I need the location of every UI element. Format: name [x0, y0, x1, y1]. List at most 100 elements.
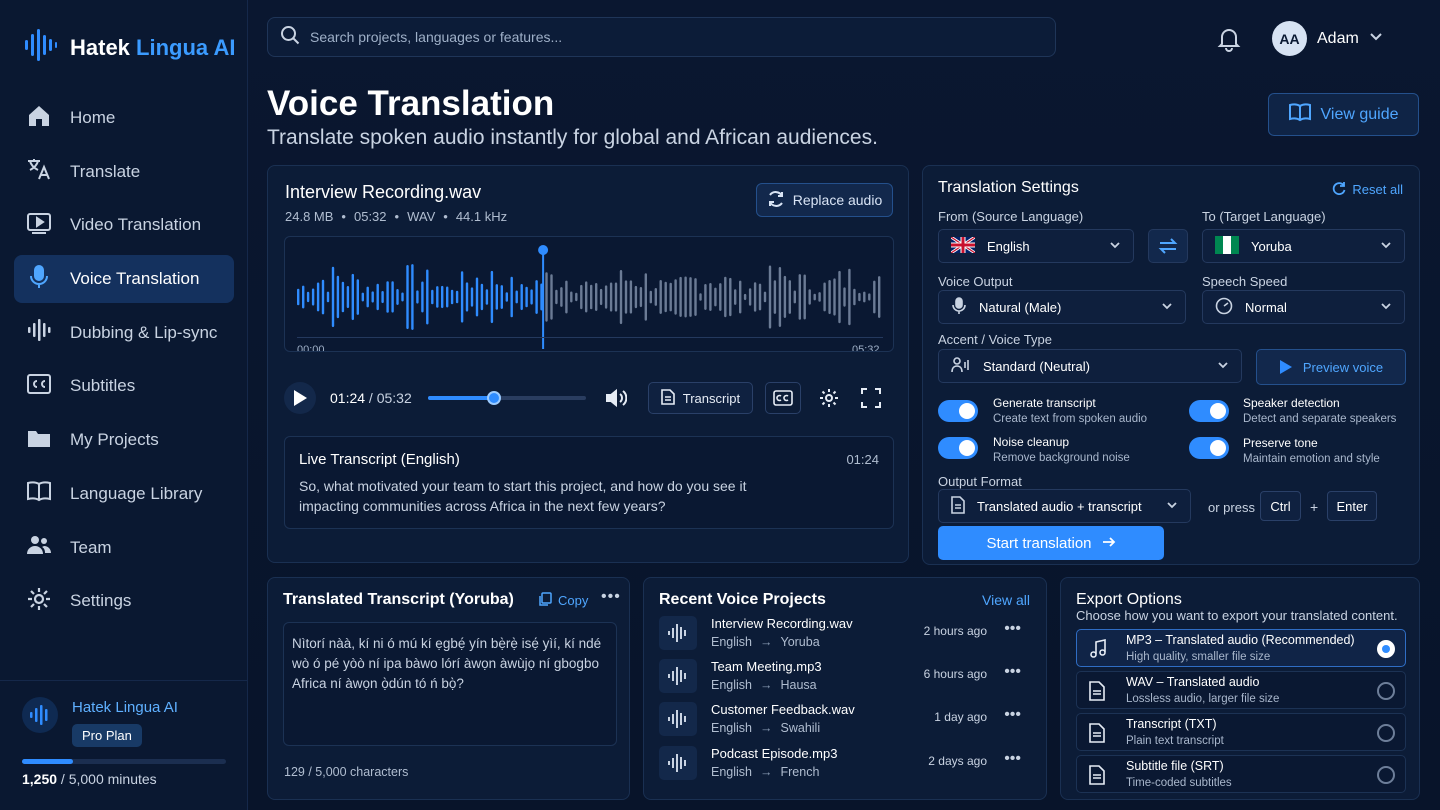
waveform-bar [748, 288, 752, 306]
generate-transcript-toggle[interactable] [938, 400, 978, 422]
seek-slider[interactable] [427, 391, 586, 405]
view-all-link[interactable]: View all [982, 592, 1030, 608]
waveform-bar [341, 281, 345, 313]
export-option-txt[interactable]: Transcript (TXT) Plain text transcript [1076, 713, 1406, 751]
export-radio-selected[interactable] [1377, 640, 1395, 658]
sidebar-item-my-projects[interactable]: My Projects [14, 416, 234, 464]
music-note-icon [1089, 639, 1107, 664]
waveform-bar [788, 280, 791, 314]
view-guide-button[interactable]: View guide [1268, 93, 1419, 136]
export-radio[interactable] [1377, 724, 1395, 742]
export-radio[interactable] [1377, 682, 1395, 700]
sidebar-item-language-library[interactable]: Language Library [14, 470, 234, 518]
more-options-icon[interactable]: ••• [1004, 706, 1021, 724]
search-bar[interactable] [267, 17, 1056, 57]
toggle-name: Generate transcript [993, 396, 1096, 410]
more-options-icon[interactable]: ••• [1004, 663, 1021, 681]
output-format-select[interactable]: Translated audio + transcript [938, 489, 1191, 523]
chevron-down-icon [1217, 359, 1229, 374]
noise-cleanup-toggle[interactable] [938, 437, 978, 459]
start-translation-button[interactable]: Start translation [938, 526, 1164, 560]
play-button[interactable] [284, 382, 316, 414]
voice-output-value: Natural (Male) [979, 299, 1062, 315]
search-input[interactable] [310, 29, 1010, 45]
reset-icon [1332, 181, 1346, 198]
seek-handle[interactable] [487, 391, 502, 405]
transcript-button[interactable]: Transcript [647, 382, 754, 414]
list-item[interactable]: Podcast Episode.mp3 English → French 2 day… [659, 746, 1033, 786]
chevron-down-icon [1369, 29, 1383, 48]
voice-output-select[interactable]: Natural (Male) [938, 290, 1186, 324]
arrow-right-icon: → [760, 635, 773, 649]
waveform-graph[interactable] [285, 237, 894, 352]
more-options-icon[interactable]: ••• [1004, 750, 1021, 768]
more-options-icon[interactable]: ••• [1004, 620, 1021, 638]
waveform-bar [585, 281, 588, 313]
preserve-tone-toggle[interactable] [1189, 437, 1229, 459]
export-option-description: High quality, smaller file size [1126, 651, 1271, 663]
project-time: 2 days ago [928, 754, 987, 768]
brand[interactable]: Hatek Lingua AI [24, 28, 235, 67]
speaker-detection-toggle[interactable] [1189, 400, 1229, 422]
settings-title: Translation Settings [938, 179, 1079, 196]
sidebar-item-label: Settings [70, 591, 132, 611]
waveform-bar [297, 288, 300, 306]
captions-button[interactable] [765, 382, 802, 414]
fullscreen-icon [861, 388, 882, 408]
sidebar-item-label: Team [70, 537, 112, 557]
sidebar-item-translate[interactable]: Translate [14, 148, 234, 196]
speech-speed-select[interactable]: Normal [1202, 290, 1405, 324]
sidebar-item-voice-translation[interactable]: Voice Translation [14, 255, 234, 304]
waveform-start-time: 00:00 [297, 344, 325, 352]
swap-languages-button[interactable] [1148, 229, 1188, 263]
playhead-line[interactable] [542, 249, 545, 349]
preview-voice-button[interactable]: Preview voice [1256, 349, 1406, 385]
sidebar-nav: Home Translate Video Translation Voice T… [14, 94, 234, 631]
fullscreen-button[interactable] [853, 382, 889, 414]
sidebar-item-team[interactable]: Team [14, 524, 234, 572]
sidebar-item-settings[interactable]: Settings [14, 577, 234, 625]
export-option-name: MP3 – Translated audio (Recommended) [1126, 633, 1355, 647]
translated-text[interactable]: Nìtorí nàà, kí ni ó mú kí ẹgbẹ́ yín bẹ̀r… [283, 622, 617, 746]
export-option-srt[interactable]: Subtitle file (SRT) Time-coded subtitles [1076, 755, 1406, 793]
document-icon [1089, 723, 1105, 748]
nigeria-flag-icon [1215, 235, 1239, 257]
sidebar-item-video-translation[interactable]: Video Translation [14, 201, 234, 249]
sidebar-item-dubbing[interactable]: Dubbing & Lip-sync [14, 309, 234, 357]
export-option-description: Time-coded subtitles [1126, 777, 1232, 789]
list-item[interactable]: Interview Recording.wav English → Yoruba 2… [659, 616, 1033, 656]
accent-select[interactable]: Standard (Neutral) [938, 349, 1242, 383]
player-settings-button[interactable] [811, 382, 847, 414]
volume-button[interactable] [598, 382, 634, 414]
more-options-icon[interactable]: ••• [601, 588, 621, 606]
waveform-bar [709, 283, 712, 311]
sidebar-item-subtitles[interactable]: Subtitles [14, 362, 234, 410]
usage-text: 1,250 / 5,000 minutes [22, 771, 157, 787]
document-icon [951, 495, 965, 517]
list-item[interactable]: Customer Feedback.wav English → Swahili 1 … [659, 702, 1033, 742]
playhead-handle[interactable] [538, 245, 549, 255]
export-radio[interactable] [1377, 766, 1395, 784]
waveform-bar [659, 280, 662, 314]
waveform-bar [555, 289, 558, 305]
user-menu[interactable]: AA Adam [1272, 21, 1383, 56]
copy-icon [538, 592, 552, 609]
export-option-mp3[interactable]: MP3 – Translated audio (Recommended) Hig… [1076, 629, 1406, 667]
notifications-bell-icon[interactable] [1216, 26, 1242, 57]
copy-button[interactable]: Copy [538, 592, 588, 609]
search-icon [280, 25, 300, 50]
waveform-bar [823, 282, 826, 312]
source-language-select[interactable]: English [938, 229, 1134, 263]
list-item[interactable]: Team Meeting.mp3 English → Hausa 6 hours a… [659, 659, 1033, 699]
waveform-display[interactable]: 00:00 05:32 [284, 236, 894, 352]
project-target-language: French [780, 765, 820, 779]
sidebar-item-home[interactable]: Home [14, 94, 234, 142]
waveform-bar [689, 277, 692, 317]
waveform-bar [306, 291, 310, 303]
target-language-select[interactable]: Yoruba [1202, 229, 1405, 263]
export-option-wav[interactable]: WAV – Translated audio Lossless audio, l… [1076, 671, 1406, 709]
arrow-right-icon: → [760, 765, 773, 779]
video-icon [26, 210, 52, 241]
reset-all-button[interactable]: Reset all [1332, 181, 1403, 198]
replace-audio-button[interactable]: Replace audio [756, 183, 893, 217]
